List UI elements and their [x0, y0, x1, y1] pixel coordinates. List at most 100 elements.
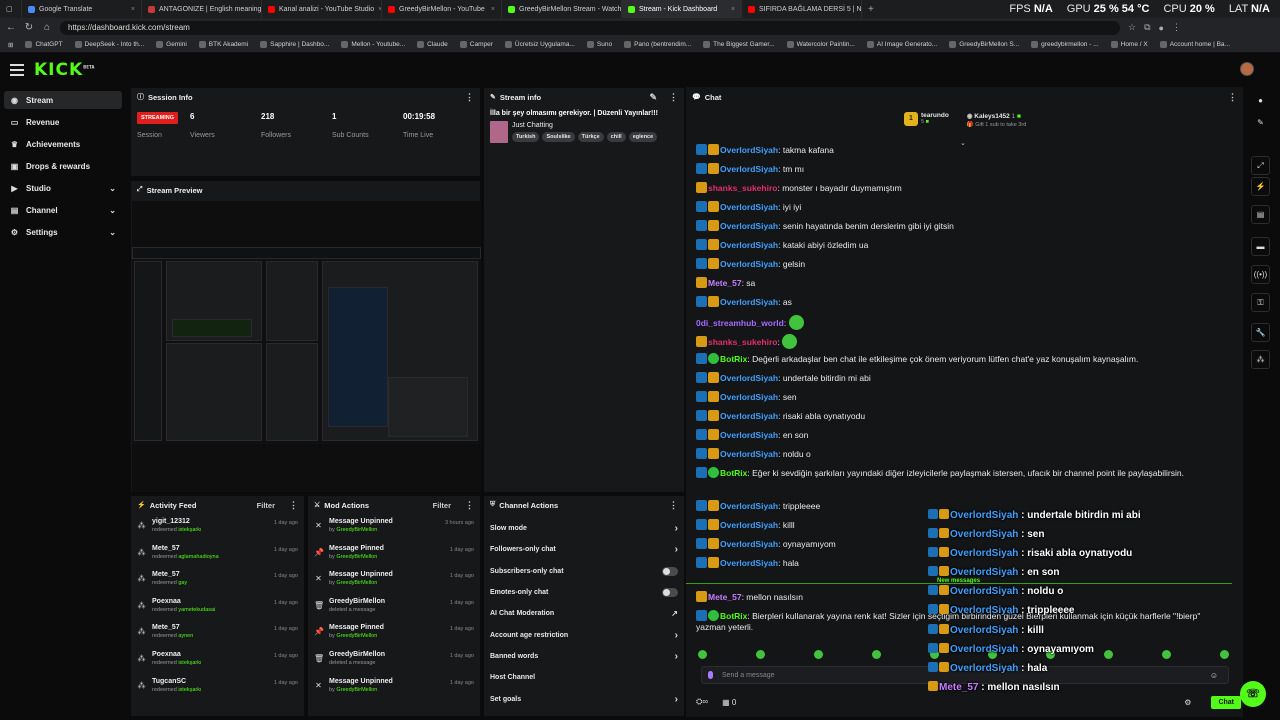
chat-message[interactable]: OverlordSiyah : risaki abla oynatıyodu [928, 547, 1248, 566]
stream-tag[interactable]: chill [606, 132, 626, 142]
channel-action-subscribers-only-chat[interactable]: Subscribers-only chat [490, 561, 678, 582]
filter-button[interactable]: Filter [433, 501, 451, 510]
menu-icon[interactable]: ⋮ [1172, 22, 1181, 33]
chat-username[interactable]: Mete_57 [708, 278, 742, 288]
chat-username[interactable]: OverlordSiyah [720, 558, 778, 568]
profile-icon[interactable]: ● [1159, 23, 1164, 33]
bookmark-item[interactable]: Sapphire | Dashbo... [260, 41, 329, 48]
browser-tab[interactable]: GreedyBirMellon Stream - Watch Li...× [502, 0, 622, 18]
bookmark-item[interactable]: Mellon - Youtube... [341, 41, 405, 48]
bookmark-item[interactable]: Pano (bentrendim... [624, 41, 691, 48]
chat-message[interactable]: OverlordSiyah: senin hayatında benim der… [696, 220, 1216, 239]
emote-icon[interactable] [872, 650, 881, 659]
browser-tab[interactable]: Kanal analizi - YouTube Studio × [262, 0, 382, 18]
chat-username[interactable]: OverlordSiyah [720, 520, 778, 530]
chat-username[interactable]: BotRix [720, 354, 747, 364]
activity-item[interactable]: ⁂ Poexnaa redeemed istekşarkı 1 day ago [137, 649, 299, 676]
chat-username[interactable]: OverlordSiyah [950, 567, 1018, 578]
activity-item[interactable]: ⁂ Poexnaa redeemed yametekudasai 1 day ago [137, 596, 299, 623]
chat-username[interactable]: OverlordSiyah [720, 449, 778, 459]
chat-username[interactable]: OverlordSiyah [950, 663, 1018, 674]
chat-username[interactable]: BotRix [720, 468, 747, 478]
chat-username[interactable]: BotRix [720, 611, 747, 621]
sidebar-item-stream[interactable]: ◉ Stream [4, 91, 122, 109]
more-icon[interactable]: ⋮ [289, 500, 298, 511]
filter-button[interactable]: Filter [257, 501, 275, 510]
chat-message[interactable]: OverlordSiyah: risaki abla oynatıyodu [696, 410, 1216, 429]
sidebar-item-drops-rewards[interactable]: ▣ Drops & rewards [4, 157, 122, 175]
toggle-switch[interactable] [662, 566, 678, 576]
chat-message[interactable]: Mete_57 : mellon nasılsın [928, 680, 1248, 700]
reload-icon[interactable]: ↻ [24, 22, 34, 33]
bookmark-item[interactable]: The Biggest Gamer... [703, 41, 775, 48]
browser-tab[interactable]: ANTAGONIZE | English meaning - ...× [142, 0, 262, 18]
sidebar-item-channel[interactable]: ▤ Channel ⌄ [4, 201, 122, 219]
sidebar-item-studio[interactable]: ▶ Studio ⌄ [4, 179, 122, 197]
chat-username[interactable]: OverlordSiyah [720, 297, 778, 307]
activity-item[interactable]: ⁂ TugcanSC redeemed istekşarkı 1 day ago [137, 676, 299, 703]
chat-username[interactable]: OverlordSiyah [950, 586, 1018, 597]
chat-username[interactable]: OverlordSiyah [720, 202, 778, 212]
close-tab-icon[interactable]: × [731, 6, 735, 13]
chat-message[interactable]: OverlordSiyah: gelsin [696, 258, 1216, 277]
back-icon[interactable]: ← [6, 22, 16, 33]
bookmark-item[interactable]: ChatGPT [25, 41, 63, 48]
channel-action-banned-words[interactable]: Banned words › [490, 646, 678, 667]
voice-icon[interactable] [708, 671, 713, 679]
settings-panel-icon[interactable]: ⚿ [1251, 293, 1270, 312]
chat-username[interactable]: Mete_57 [939, 682, 978, 693]
bookmark-item[interactable]: Ücretsiz Uygulama... [504, 41, 575, 48]
chat-message[interactable]: OverlordSiyah: noldu o [696, 448, 1216, 467]
more-icon[interactable]: ⋮ [465, 92, 474, 103]
mod-action-item[interactable]: ✕ Message Unpinned by GreedyBirMellon 1 day… [314, 569, 474, 596]
more-icon[interactable]: ⋮ [669, 92, 678, 103]
chat-username[interactable]: OverlordSiyah [720, 164, 778, 174]
star-icon[interactable]: ☆ [1128, 22, 1136, 33]
chat-message[interactable]: 0di_streamhub_world: [696, 315, 1216, 334]
chat-username[interactable]: OverlordSiyah [720, 392, 778, 402]
sidebar-item-achievements[interactable]: ♛ Achievements [4, 135, 122, 153]
more-icon[interactable]: ⋮ [669, 500, 678, 511]
apps-icon[interactable]: ⊞ [8, 41, 13, 49]
chat-message[interactable]: BotRix: Değerli arkadaşlar ben chat ile … [696, 353, 1216, 372]
channel-action-emotes-only-chat[interactable]: Emotes-only chat [490, 582, 678, 603]
browser-tab[interactable]: SIFIRDA BAĞLAMA DERSİ 5 | Nota...× [742, 0, 862, 18]
bookmark-item[interactable]: Suno [586, 41, 612, 48]
more-icon[interactable]: ⋮ [465, 500, 474, 511]
bookmark-item[interactable]: Claude [417, 41, 448, 48]
emote-icon[interactable] [756, 650, 765, 659]
chat-username[interactable]: Mete_57 [708, 592, 742, 602]
stream-tag[interactable]: Türkçe [577, 132, 604, 142]
chat-message[interactable]: OverlordSiyah: as [696, 296, 1216, 315]
sidebar-item-settings[interactable]: ⚙ Settings ⌄ [4, 223, 122, 241]
chat-username[interactable]: OverlordSiyah [950, 625, 1018, 636]
emote-icon[interactable] [814, 650, 823, 659]
bookmark-item[interactable]: Watercolor Paintin... [786, 41, 855, 48]
activity-item[interactable]: ⁂ yigit_12312 redeemed istekşarkı 1 day ago [137, 516, 299, 543]
activity-item[interactable]: ⁂ Mete_57 redeemed aglamahadioyna 1 day ago [137, 543, 299, 570]
chat-username[interactable]: OverlordSiyah [720, 145, 778, 155]
mod-action-item[interactable]: ✕ Message Unpinned by GreedyBirMellon 1 day… [314, 676, 474, 703]
url-field[interactable]: https://dashboard.kick.com/stream [60, 20, 1120, 35]
channel-points-icon[interactable]: ⛭∞ [696, 697, 708, 707]
chat-message[interactable]: shanks_sukehiro: monster ı bayadır duyma… [696, 182, 1216, 201]
chat-username[interactable]: shanks_sukehiro [708, 337, 777, 347]
chat-message[interactable]: OverlordSiyah : en son [928, 566, 1248, 585]
calendar-icon[interactable]: ▦ 0 [722, 698, 736, 707]
chat-message[interactable]: shanks_sukehiro: [696, 334, 1216, 353]
notes-icon[interactable]: ▤ [1251, 205, 1270, 224]
chat-message[interactable]: OverlordSiyah : killl [928, 623, 1248, 643]
chat-message[interactable]: OverlordSiyah : noldu o [928, 585, 1248, 604]
chat-username[interactable]: OverlordSiyah [720, 259, 778, 269]
bookmark-item[interactable]: greedybirmellon - ... [1031, 41, 1099, 48]
window-icons[interactable]: ▢ [0, 0, 22, 18]
chat-message[interactable]: OverlordSiyah : undertale bitirdin mi ab… [928, 509, 1248, 528]
chat-message[interactable]: OverlordSiyah : oynayamıyom [928, 642, 1248, 662]
chat-username[interactable]: OverlordSiyah [720, 221, 778, 231]
chat-username[interactable]: 0di_streamhub_world [696, 318, 784, 328]
chat-message[interactable]: OverlordSiyah: sen [696, 391, 1216, 410]
activity-item[interactable]: ⁂ Mete_57 redeemed gay 1 day ago [137, 569, 299, 596]
more-icon[interactable]: ⋮ [1228, 92, 1237, 103]
chat-username[interactable]: OverlordSiyah [720, 411, 778, 421]
mod-action-item[interactable]: 📌 Message Pinned by GreedyBirMellon 1 day a… [314, 622, 474, 649]
